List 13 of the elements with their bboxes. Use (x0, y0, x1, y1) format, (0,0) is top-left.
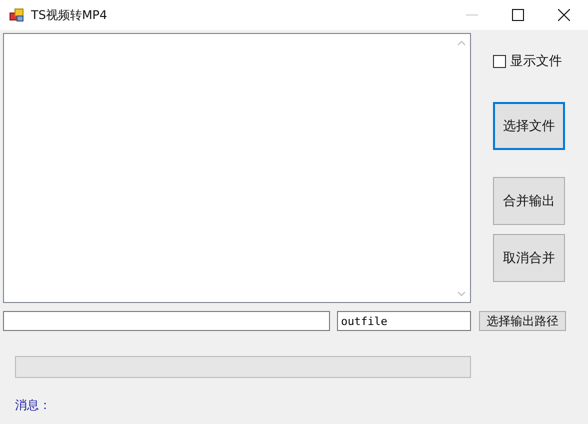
checkbox[interactable] (493, 54, 506, 68)
output-name-field[interactable]: outfile (337, 311, 471, 331)
input-path-field[interactable] (3, 311, 330, 331)
action-button[interactable]: 选择文件 (493, 102, 565, 150)
checkbox-label: 显示文件 (510, 53, 562, 70)
action-button[interactable]: 合并输出 (493, 177, 565, 225)
window-title: TS视频转MP4 (31, 6, 108, 24)
maximize-icon[interactable] (512, 9, 524, 21)
output-path-button[interactable]: 选择输出路径 (479, 311, 566, 331)
app-icon (9, 7, 25, 23)
message-label: 消息： (15, 398, 51, 412)
close-icon[interactable] (558, 9, 570, 21)
action-button[interactable]: 取消合并 (493, 234, 565, 282)
